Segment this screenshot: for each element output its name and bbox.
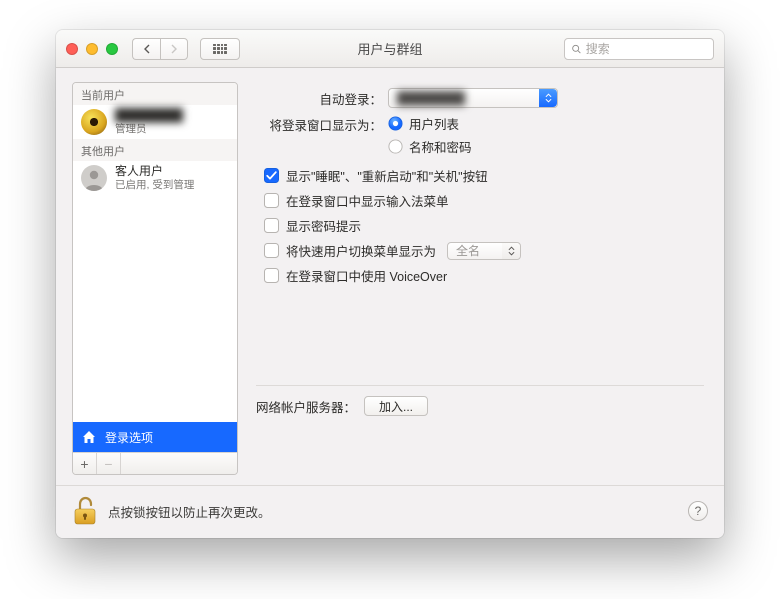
chk-fast-user-switching[interactable]: 将快速用户切换菜单显示为 全名 [264,241,704,260]
add-user-button[interactable]: + [73,453,97,474]
chk-fast-user-label: 将快速用户切换菜单显示为 [286,241,436,260]
footer-text: 点按锁按钮以防止再次更改。 [108,502,678,521]
user-role: 已启用, 受到管理 [115,179,194,191]
user-name: 客人用户 [115,165,194,179]
content-pane: 自动登录： ████████ 将登录窗口显示为： 用户列表 [250,82,708,475]
user-info: ████████ 管理员 [115,109,183,135]
user-role: 管理员 [115,123,183,135]
radio-name-password[interactable]: 名称和密码 [388,137,472,156]
checkbox-unchecked-icon [264,268,279,283]
network-server-label: 网络帐户服务器： [256,397,356,416]
login-options-label: 登录选项 [105,429,153,446]
radio-user-list[interactable]: 用户列表 [388,114,472,133]
show-all-button[interactable] [200,38,240,60]
chk-sleep-restart-shutdown[interactable]: 显示"睡眠"、"重新启动"和"关机"按钮 [264,166,704,185]
radio-user-list-label: 用户列表 [409,114,459,133]
section-header-current: 当前用户 [73,83,237,105]
auto-login-popup[interactable]: ████████ [388,88,558,108]
chk-sleep-label: 显示"睡眠"、"重新启动"和"关机"按钮 [286,166,488,185]
auto-login-value: ████████ [397,91,465,105]
auto-login-row: 自动登录： ████████ [256,88,704,108]
current-user-row[interactable]: ████████ 管理员 [73,105,237,139]
checkbox-unchecked-icon [264,243,279,258]
chk-password-hint[interactable]: 显示密码提示 [264,216,704,235]
avatar-icon [81,109,107,135]
checkbox-unchecked-icon [264,218,279,233]
popup-arrows-icon [539,89,557,107]
join-button[interactable]: 加入... [364,396,428,416]
search-icon [571,43,582,55]
radio-unchecked-icon [388,139,403,154]
user-name: ████████ [115,109,183,123]
network-server-row: 网络帐户服务器： 加入... [256,396,704,416]
radio-checked-icon [388,116,403,131]
grid-icon [213,44,227,54]
main-body: 当前用户 ████████ 管理员 其他用户 客人用户 已启用, 受到管理 [56,68,724,485]
checkbox-checked-icon [264,168,279,183]
zoom-window-button[interactable] [106,43,118,55]
display-as-label: 将登录窗口显示为： [256,114,388,134]
users-sidebar: 当前用户 ████████ 管理员 其他用户 客人用户 已启用, 受到管理 [72,82,238,475]
search-field[interactable] [564,38,714,60]
divider [256,385,704,386]
back-button[interactable] [132,38,160,60]
close-window-button[interactable] [66,43,78,55]
fast-user-display-popup[interactable]: 全名 [447,242,521,260]
add-remove-bar: + − [73,452,237,474]
search-input[interactable] [586,42,707,56]
minimize-window-button[interactable] [86,43,98,55]
popup-arrows-icon [502,243,520,259]
chk-input-menu-label: 在登录窗口中显示输入法菜单 [286,191,449,210]
unlocked-lock-icon[interactable] [72,496,98,526]
fast-user-value: 全名 [456,242,480,259]
guest-avatar-icon [81,165,107,191]
help-button[interactable]: ? [688,501,708,521]
chk-voiceover-label: 在登录窗口中使用 VoiceOver [286,266,447,285]
forward-button[interactable] [160,38,188,60]
home-icon [81,429,97,445]
traffic-lights [66,43,118,55]
checkbox-unchecked-icon [264,193,279,208]
preferences-window: 用户与群组 当前用户 ████████ 管理员 其他用户 [56,30,724,538]
nav-buttons [132,38,188,60]
guest-user-row[interactable]: 客人用户 已启用, 受到管理 [73,161,237,195]
display-as-radio-group: 用户列表 名称和密码 [388,114,472,156]
chevron-left-icon [143,44,151,54]
chevron-right-icon [170,44,178,54]
footer: 点按锁按钮以防止再次更改。 ? [56,485,724,538]
options-checklist: 显示"睡眠"、"重新启动"和"关机"按钮 在登录窗口中显示输入法菜单 显示密码提… [256,166,704,285]
login-options-item[interactable]: 登录选项 [73,422,237,452]
chk-input-menu[interactable]: 在登录窗口中显示输入法菜单 [264,191,704,210]
section-header-other: 其他用户 [73,139,237,161]
chk-voiceover[interactable]: 在登录窗口中使用 VoiceOver [264,266,704,285]
display-as-row: 将登录窗口显示为： 用户列表 名称和密码 [256,114,704,156]
user-info: 客人用户 已启用, 受到管理 [115,165,194,191]
auto-login-label: 自动登录： [256,89,388,108]
chk-password-hint-label: 显示密码提示 [286,216,361,235]
remove-user-button[interactable]: − [97,453,121,474]
titlebar: 用户与群组 [56,30,724,68]
radio-name-password-label: 名称和密码 [409,137,472,156]
